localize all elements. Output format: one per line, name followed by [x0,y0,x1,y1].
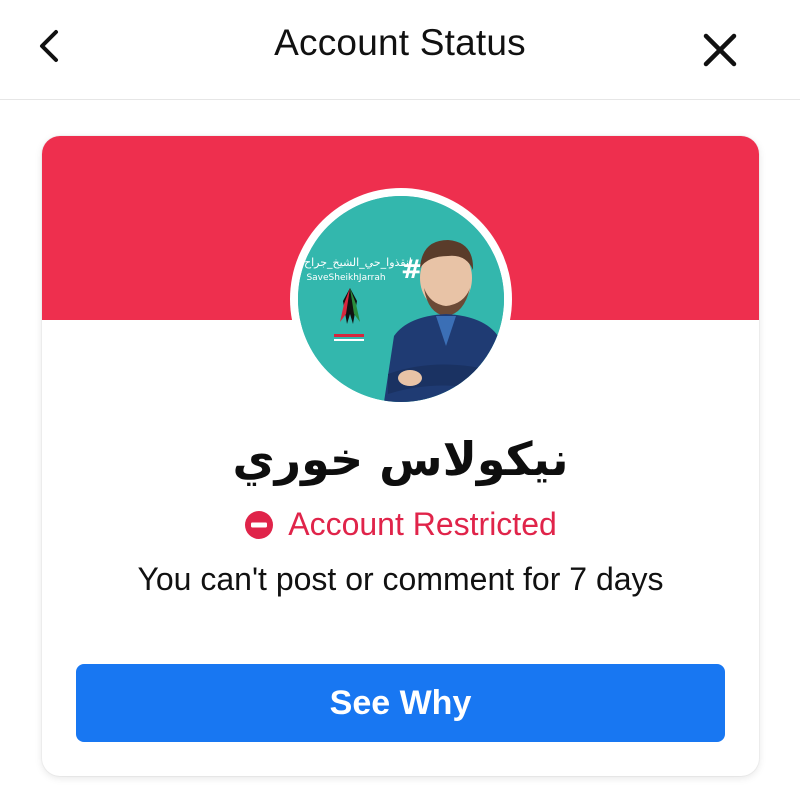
close-icon [703,33,737,67]
close-button[interactable] [700,30,740,70]
account-status-card: انقذوا_حي_الشيخ_جراح SaveSheikhJarrah # [42,136,759,776]
hashtag-icon: # [401,255,423,285]
status-label-group: Account Restricted [244,506,557,543]
avatar-english-tag: SaveSheikhJarrah [306,273,385,283]
see-why-button[interactable]: See Why [76,664,725,742]
avatar: انقذوا_حي_الشيخ_جراح SaveSheikhJarrah # [298,196,504,402]
profile-photo: انقذوا_حي_الشيخ_جراح SaveSheikhJarrah # [298,196,504,402]
status-row: Account Restricted [42,506,759,546]
restricted-icon [245,510,274,539]
restriction-description: You can't post or comment for 7 days [137,561,664,597]
profile-name: نيكولاس خوري [232,432,569,486]
avatar-arabic-tag: انقذوا_حي_الشيخ_جراح [304,256,412,269]
avatar-frame: انقذوا_حي_الشيخ_جراح SaveSheikhJarrah # [290,188,512,410]
page-title: Account Status [274,22,526,63]
status-label: Account Restricted [288,506,557,542]
top-bar: Account Status [0,0,800,100]
